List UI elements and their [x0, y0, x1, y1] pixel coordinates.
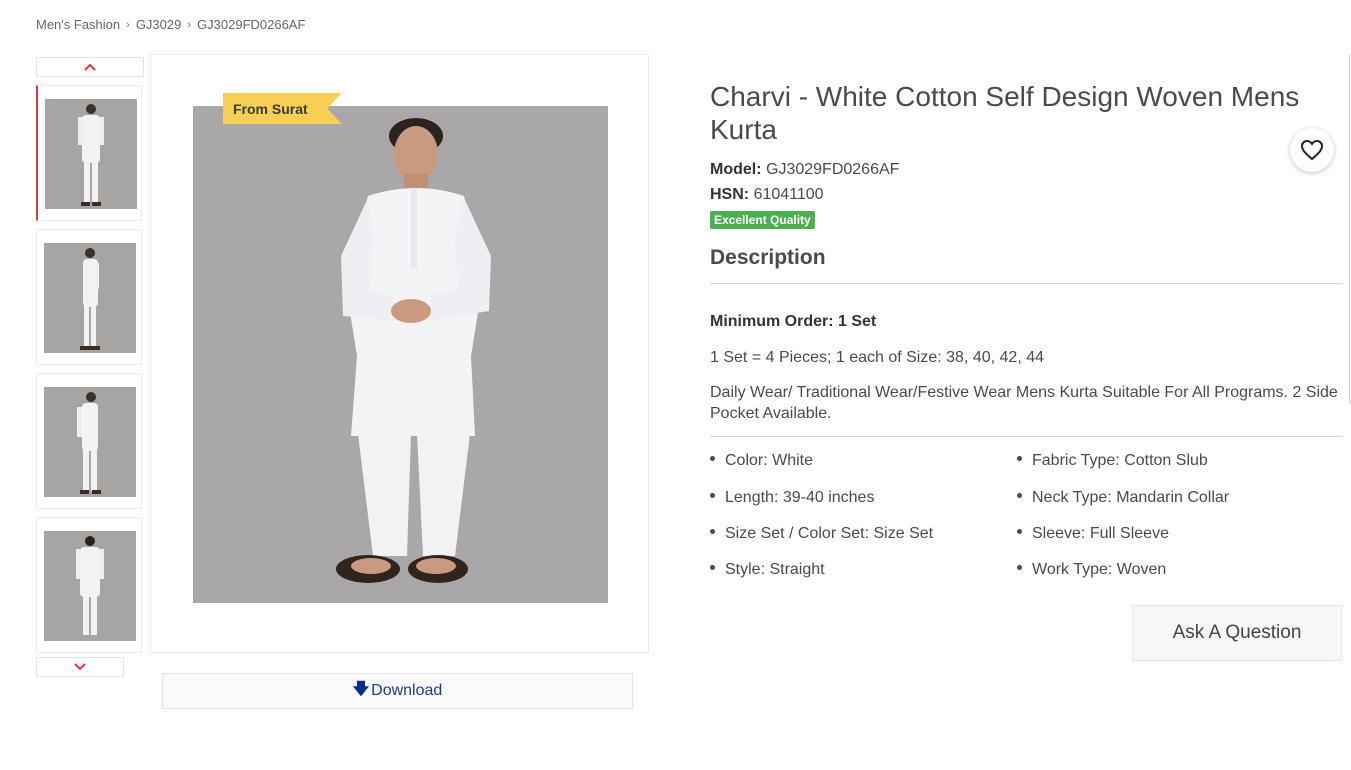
- hsn-value: 61041100: [753, 186, 824, 203]
- spec-item: Fabric Type: Cotton Slub: [1017, 452, 1208, 470]
- minimum-order: Minimum Order: 1 Set: [710, 313, 877, 330]
- thumbnail-3[interactable]: [36, 373, 142, 509]
- breadcrumb-item-category[interactable]: GJ3029: [136, 17, 182, 32]
- thumbnail-image: [44, 531, 136, 641]
- panel-edge: [1349, 54, 1350, 404]
- set-info: 1 Set = 4 Pieces; 1 each of Size: 38, 40…: [710, 349, 1044, 366]
- breadcrumb: Men's Fashion › GJ3029 › GJ3029FD0266AF: [36, 17, 305, 32]
- product-title: Charvi - White Cotton Self Design Woven …: [710, 81, 1300, 145]
- thumb-scroll-up-button[interactable]: [36, 57, 144, 77]
- hsn-label: HSN:: [710, 186, 750, 203]
- description-text: Daily Wear/ Traditional Wear/Festive Wea…: [710, 384, 1338, 422]
- download-label: Download: [371, 682, 443, 699]
- breadcrumb-item-current: GJ3029FD0266AF: [197, 17, 306, 32]
- ask-question-button[interactable]: Ask A Question: [1132, 605, 1342, 661]
- thumbnail-image: [44, 243, 136, 353]
- arrow-down-icon: 🡇: [352, 680, 370, 698]
- spec-item: Work Type: Woven: [1017, 561, 1166, 579]
- breadcrumb-item-mens-fashion[interactable]: Men's Fashion: [36, 17, 120, 32]
- spec-item: Size Set / Color Set: Size Set: [710, 525, 933, 543]
- spec-item: Length: 39-40 inches: [710, 489, 874, 507]
- thumbnail-image: [44, 387, 136, 497]
- chevron-down-icon: [74, 663, 86, 671]
- divider: [710, 283, 1343, 284]
- main-product-image[interactable]: [193, 106, 608, 603]
- heart-icon: [1300, 139, 1324, 161]
- download-button[interactable]: 🡇 Download: [162, 673, 633, 709]
- model-row: Model: GJ3029FD0266AF: [710, 161, 899, 179]
- origin-tag: From Surat: [223, 93, 342, 124]
- spec-item: Style: Straight: [710, 561, 825, 579]
- model-label: Model:: [710, 161, 762, 178]
- spec-item: Neck Type: Mandarin Collar: [1017, 489, 1229, 507]
- spec-item: Sleeve: Full Sleeve: [1017, 525, 1169, 543]
- thumbnail-4[interactable]: [36, 517, 142, 653]
- thumbnail-2[interactable]: [36, 229, 142, 365]
- thumb-scroll-down-button[interactable]: [36, 657, 124, 677]
- spec-item: Color: White: [710, 452, 813, 470]
- hsn-row: HSN: 61041100: [710, 186, 824, 204]
- chevron-right-icon: ›: [187, 18, 192, 31]
- model-value: GJ3029FD0266AF: [766, 161, 900, 178]
- thumbnail-1[interactable]: [36, 85, 142, 221]
- quality-badge: Excellent Quality: [710, 211, 815, 229]
- wishlist-button[interactable]: [1290, 128, 1334, 172]
- thumbnail-image: [45, 99, 137, 209]
- chevron-right-icon: ›: [126, 18, 130, 31]
- description-heading: Description: [710, 246, 826, 269]
- divider: [710, 436, 1343, 437]
- chevron-up-icon: [84, 63, 96, 71]
